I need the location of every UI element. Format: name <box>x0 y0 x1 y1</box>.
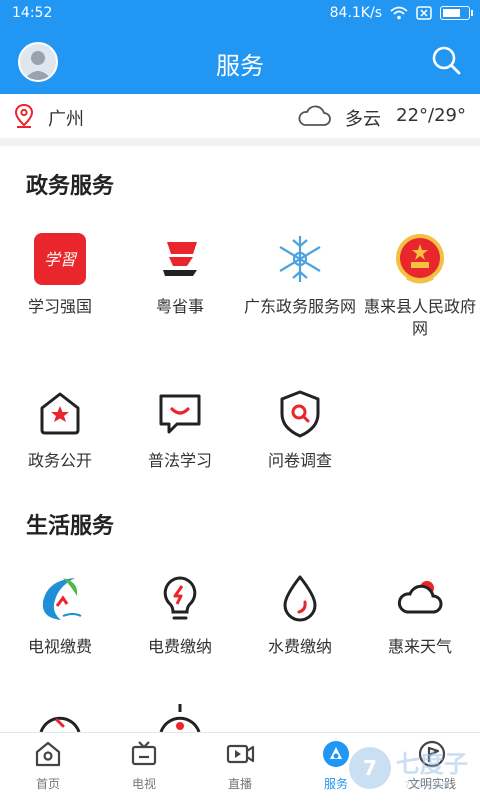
temperature: 22°/29° <box>396 105 466 126</box>
section-title-gov: 政务服务 <box>26 174 115 199</box>
service-item-xuexi[interactable]: 学習 学习强国 <box>0 232 120 318</box>
watermark-logo: 7 七度子 7YZ.COM <box>349 747 468 791</box>
wifi-icon <box>390 6 408 20</box>
service-item-huilai-gov[interactable]: 惠来县人民政府网 <box>360 232 480 340</box>
national-emblem-icon <box>396 234 444 284</box>
status-bar: 14:52 84.1K/s <box>0 0 480 26</box>
home-icon <box>35 741 61 767</box>
service-label: 惠来天气 <box>387 637 452 656</box>
service-item-water-fee[interactable]: 水费缴纳 <box>240 572 360 658</box>
service-label: 惠来县人民政府网 <box>363 297 476 338</box>
search-icon[interactable] <box>430 44 462 76</box>
clock-icon[interactable] <box>33 706 87 732</box>
battery-level <box>443 9 460 17</box>
battery-icon <box>440 6 473 20</box>
service-label: 学习强国 <box>27 297 92 316</box>
building-star-icon <box>40 392 80 435</box>
app-header: 服务 <box>0 26 480 94</box>
service-label: 水费缴纳 <box>267 637 332 656</box>
watermark-text: 七度子 <box>396 750 468 778</box>
service-item-yueshengshi[interactable]: 粤省事 <box>120 232 240 318</box>
lightbulb-icon <box>163 576 197 620</box>
service-item-zwgk[interactable]: 政务公开 <box>0 386 120 472</box>
service-label: 问卷调查 <box>267 451 332 470</box>
svg-text:7: 7 <box>363 756 377 780</box>
weather-text: 多云 <box>345 109 381 130</box>
water-drop-icon <box>283 575 317 622</box>
video-icon <box>226 744 255 764</box>
service-label: 电费缴纳 <box>147 637 212 656</box>
service-item-weather[interactable]: 惠来天气 <box>360 572 480 658</box>
location-weather-bar: 广州 多云 22°/29° <box>0 94 480 146</box>
nav-home[interactable]: 首页 <box>0 739 96 792</box>
svg-text:学習: 学習 <box>44 250 78 269</box>
snowflake-logo-icon <box>279 236 321 282</box>
location-target-icon[interactable] <box>153 704 207 732</box>
page-title: 服务 <box>216 52 264 80</box>
section-title-life: 生活服务 <box>26 514 115 539</box>
nav-label: 电视 <box>131 777 156 791</box>
service-label: 粤省事 <box>155 297 204 316</box>
service-label: 普法学习 <box>147 451 212 470</box>
service-item-pufa[interactable]: 普法学习 <box>120 386 240 472</box>
service-item-electric-fee[interactable]: 电费缴纳 <box>120 572 240 658</box>
cloud-weather-icon <box>298 105 331 126</box>
xuexi-logo-icon: 学習 <box>34 233 86 285</box>
nav-label: 直播 <box>227 777 252 791</box>
service-label: 广东政务服务网 <box>243 297 356 316</box>
tv-logo-icon <box>42 578 82 620</box>
status-right: 84.1K/s <box>329 5 473 21</box>
sim-blocked-icon <box>416 6 432 20</box>
network-speed: 84.1K/s <box>329 5 382 21</box>
service-item-gdzwfw[interactable]: 广东政务服务网 <box>240 232 360 318</box>
watermark-subtext: 7YZ.COM <box>404 780 450 791</box>
service-item-tv-fee[interactable]: 电视缴费 <box>0 572 120 658</box>
service-item-wenjuan[interactable]: 问卷调查 <box>240 386 360 472</box>
tv-icon <box>131 741 157 766</box>
nav-tv[interactable]: 电视 <box>96 739 192 792</box>
location-pin-icon[interactable] <box>14 104 34 128</box>
shield-search-icon <box>280 390 320 438</box>
service-label: 政务公开 <box>27 451 92 470</box>
service-label: 电视缴费 <box>27 637 92 656</box>
city-name[interactable]: 广州 <box>48 105 84 131</box>
yueshengshi-logo-icon <box>163 242 197 276</box>
nav-live[interactable]: 直播 <box>192 739 288 792</box>
chat-bubble-icon <box>159 394 201 434</box>
nav-label: 首页 <box>35 777 60 791</box>
cloud-icon <box>397 581 443 614</box>
status-time: 14:52 <box>12 5 53 21</box>
